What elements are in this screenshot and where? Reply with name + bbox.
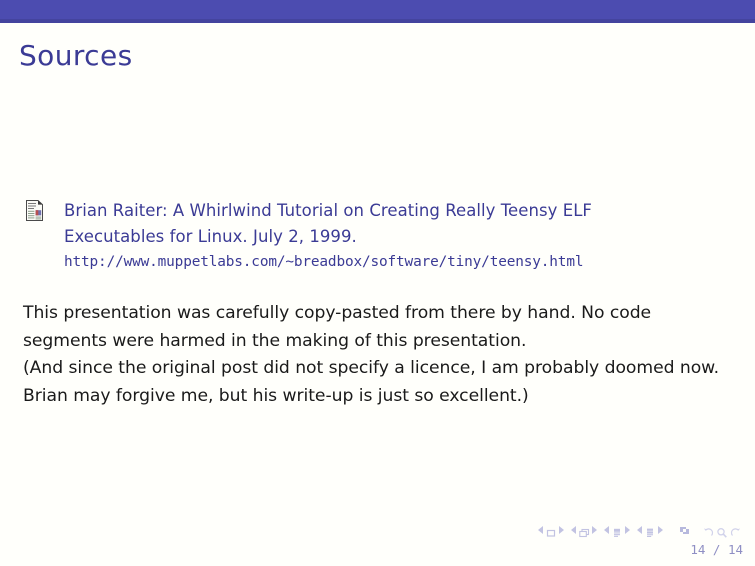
- nav-group-slide[interactable]: [538, 524, 564, 537]
- nav-group-frame[interactable]: [571, 524, 597, 537]
- headline-bar-shadow: [0, 19, 755, 23]
- nav-zoom-icons[interactable]: [702, 524, 742, 538]
- prev-subsection-icon[interactable]: [604, 525, 609, 534]
- slide-square-icon[interactable]: [545, 524, 557, 537]
- page-title: Sources: [19, 39, 133, 72]
- subsection-icon[interactable]: [611, 524, 623, 537]
- next-slide-icon[interactable]: [559, 525, 564, 534]
- presentation-icon[interactable]: [678, 523, 691, 536]
- back-arrow-icon[interactable]: [702, 524, 714, 536]
- headline-bar: [0, 0, 755, 19]
- bibliography-block: Brian Raiter: A Whirlwind Tutorial on Cr…: [26, 198, 740, 275]
- frame-stack-icon[interactable]: [578, 524, 590, 537]
- prev-section-icon[interactable]: [637, 525, 642, 534]
- prev-slide-icon[interactable]: [538, 525, 543, 534]
- body-line: Brian may forgive me, but his write-up i…: [23, 385, 529, 406]
- next-subsection-icon[interactable]: [625, 525, 630, 534]
- bibliography-entry: Brian Raiter: A Whirlwind Tutorial on Cr…: [26, 198, 740, 275]
- page-number: 14 / 14: [690, 542, 743, 557]
- next-section-icon[interactable]: [658, 525, 663, 534]
- bibliography-line-2: Executables for Linux. July 2, 1999.: [64, 226, 357, 246]
- body-line: segments were harmed in the making of th…: [23, 330, 527, 351]
- bibliography-line-1: Brian Raiter: A Whirlwind Tutorial on Cr…: [64, 201, 592, 220]
- prev-frame-icon[interactable]: [571, 525, 576, 534]
- body-text-block: This presentation was carefully copy-pas…: [23, 300, 739, 410]
- nav-group-subsection[interactable]: [604, 524, 630, 537]
- beamer-slide: Sources Brian Raiter: A Whirlwind Tutori…: [0, 0, 755, 566]
- nav-group-section[interactable]: [637, 524, 663, 537]
- body-line: (And since the original post did not spe…: [23, 358, 720, 379]
- bibliography-url-link[interactable]: http://www.muppetlabs.com/~breadbox/soft…: [64, 250, 740, 275]
- forward-arrow-icon[interactable]: [730, 524, 742, 536]
- section-icon[interactable]: [644, 524, 656, 537]
- bibliography-text: Brian Raiter: A Whirlwind Tutorial on Cr…: [64, 198, 740, 275]
- article-document-icon: [26, 200, 43, 221]
- body-line: This presentation was carefully copy-pas…: [23, 303, 652, 323]
- magnifier-icon[interactable]: [716, 524, 728, 538]
- beamer-navigation-bar[interactable]: [538, 523, 742, 538]
- next-frame-icon[interactable]: [592, 525, 597, 534]
